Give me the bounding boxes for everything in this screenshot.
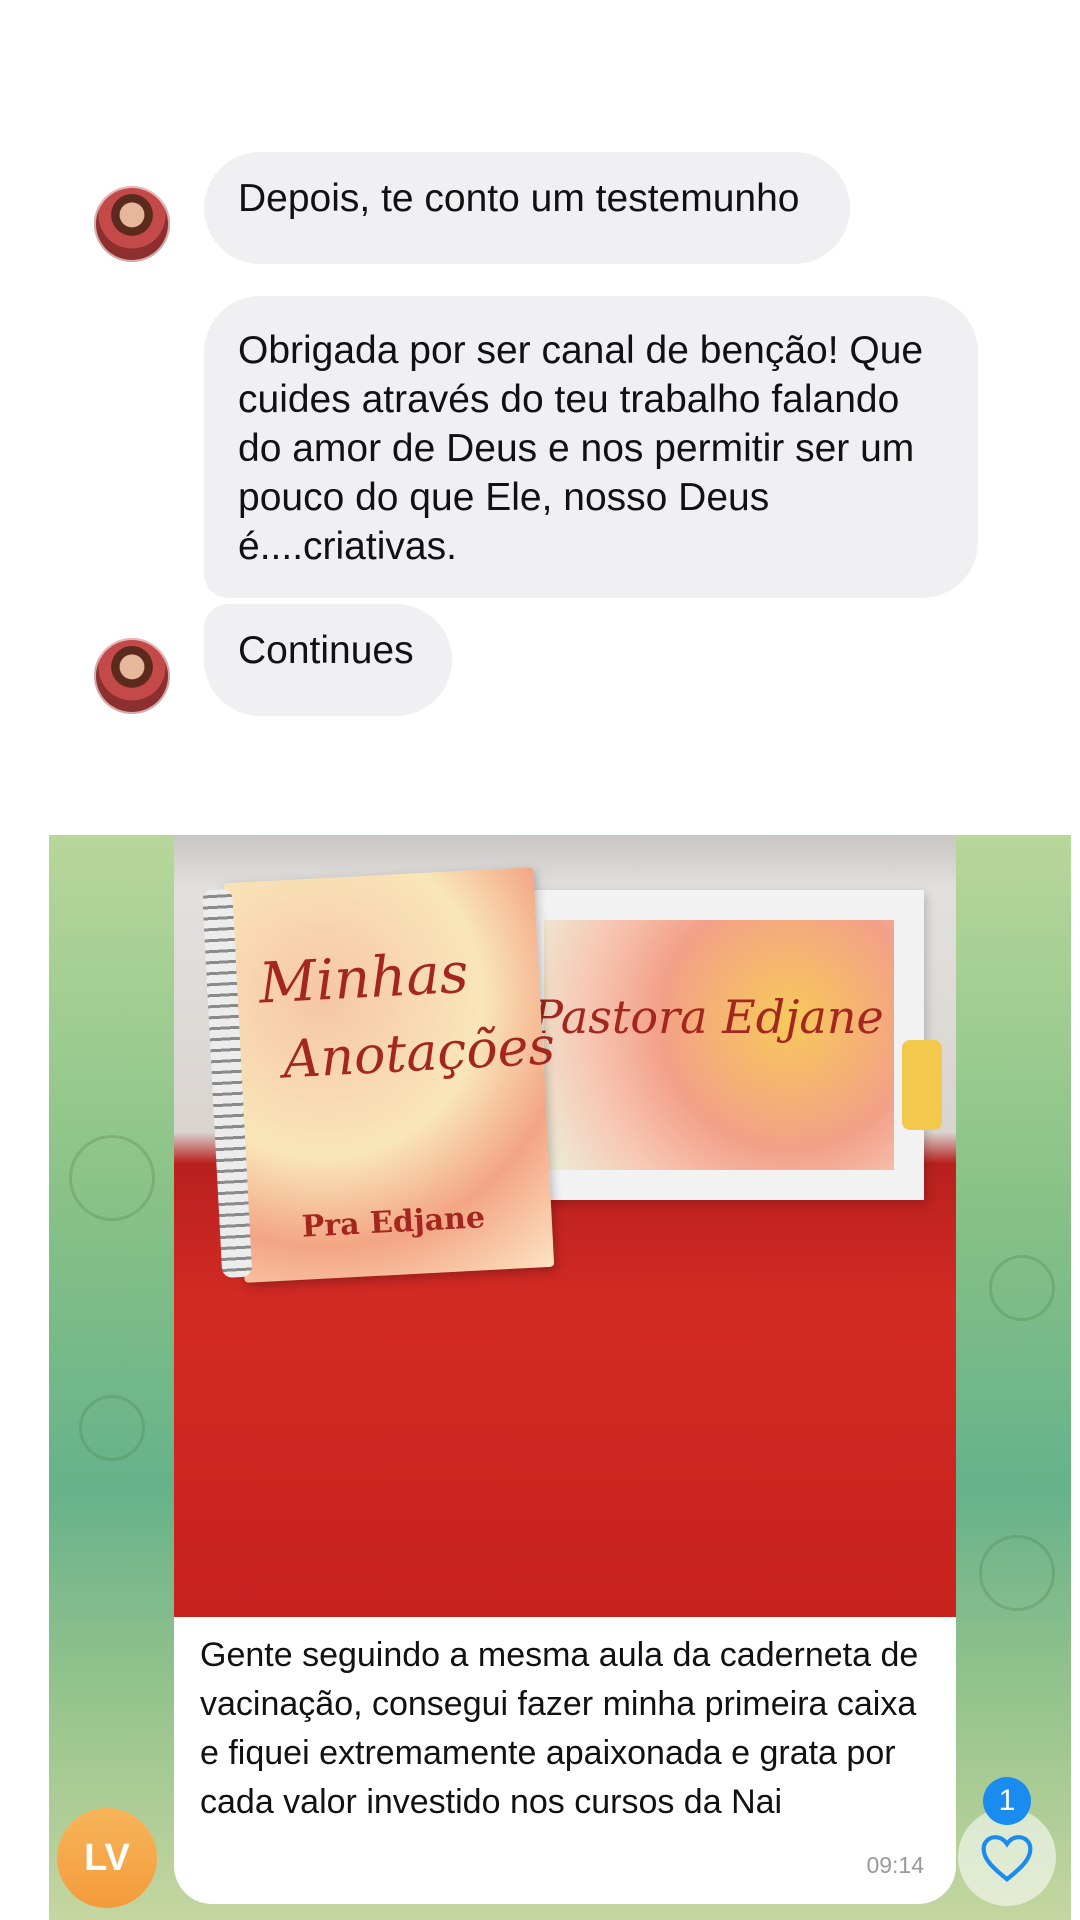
post-caption: Gente seguindo a mesma aula da caderneta… bbox=[174, 1617, 956, 1904]
message-text: Obrigada por ser canal de benção! Que cu… bbox=[238, 329, 924, 568]
background-doodle bbox=[69, 1135, 155, 1221]
shared-telegram-screenshot[interactable]: Pastora Edjane Minhas Anotações Pra Edja… bbox=[49, 835, 1071, 1920]
background-doodle bbox=[979, 1535, 1055, 1611]
message-text: Continues bbox=[238, 629, 414, 672]
gift-box: Pastora Edjane bbox=[524, 890, 942, 1200]
notebook: Minhas Anotações Pra Edjane bbox=[202, 867, 557, 1283]
message-time: 09:14 bbox=[866, 1852, 924, 1878]
notebook-title-line1: Minhas bbox=[257, 940, 470, 1017]
contact-avatar[interactable] bbox=[94, 638, 170, 714]
background-doodle bbox=[79, 1395, 145, 1461]
message-bubble[interactable]: Continues bbox=[204, 604, 452, 716]
notebook-name: Pra Edjane bbox=[300, 1200, 486, 1245]
caption-text: Gente seguindo a mesma aula da caderneta… bbox=[200, 1636, 919, 1821]
notebook-title-line2: Anotações bbox=[281, 1016, 557, 1091]
spiral-binding bbox=[202, 888, 253, 1278]
background-doodle bbox=[989, 1255, 1055, 1321]
message-bubble[interactable]: Depois, te conto um testemunho bbox=[204, 152, 850, 264]
sender-avatar[interactable]: LV bbox=[57, 1808, 157, 1908]
reaction-count-badge: 1 bbox=[983, 1777, 1031, 1825]
ribbon bbox=[902, 1040, 942, 1130]
post-photo[interactable]: Pastora Edjane Minhas Anotações Pra Edja… bbox=[174, 835, 956, 1617]
box-name-text: Pastora Edjane bbox=[532, 990, 884, 1044]
box-artwork bbox=[544, 920, 894, 1170]
heart-icon bbox=[981, 1835, 1033, 1882]
contact-avatar[interactable] bbox=[94, 186, 170, 262]
message-bubble[interactable]: Obrigada por ser canal de benção! Que cu… bbox=[204, 296, 978, 598]
message-text: Depois, te conto um testemunho bbox=[238, 177, 800, 220]
